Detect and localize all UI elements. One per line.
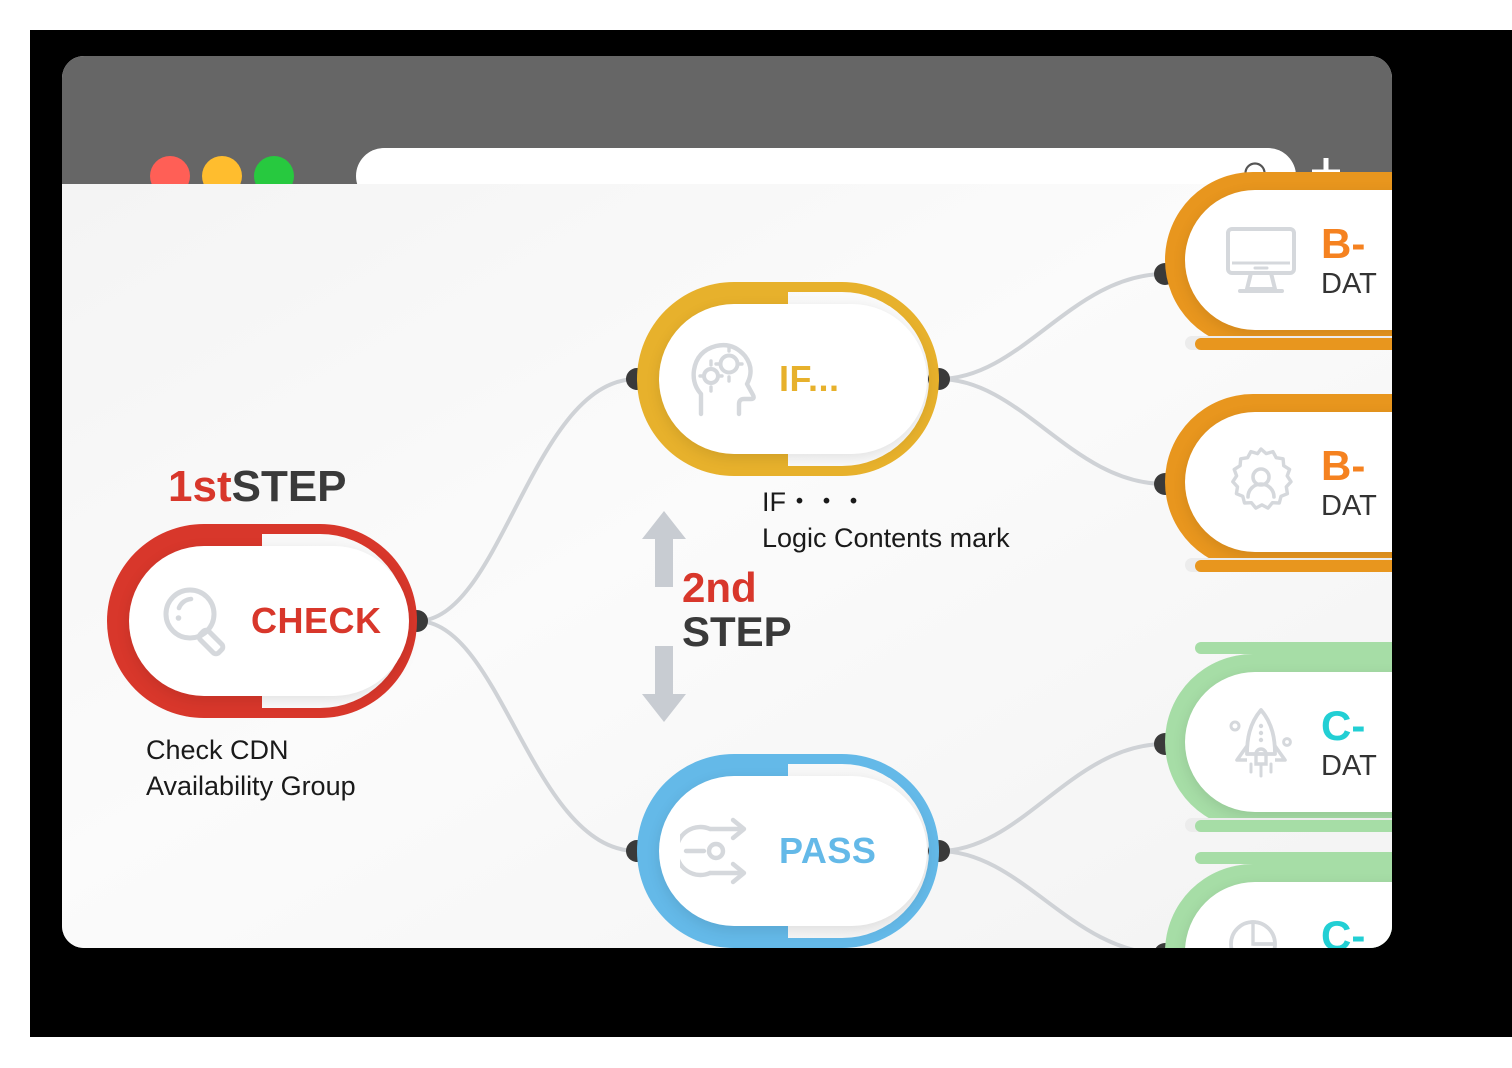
result-card-c2[interactable]: C- DAT xyxy=(1165,852,1392,949)
result-card-b1-subtitle: DAT xyxy=(1321,267,1377,300)
result-card-c1-bar xyxy=(1195,642,1392,654)
node-if-body: IF... xyxy=(659,304,927,454)
badge-user-icon xyxy=(1201,445,1321,519)
flow-canvas: 1stSTEP CHECK Check CDN Availability Gro… xyxy=(62,172,1392,949)
arrow-down-icon xyxy=(640,644,688,724)
result-card-c1-title: C- xyxy=(1321,701,1366,749)
result-card-c2-bar xyxy=(1195,852,1392,864)
step-2-word: STEP xyxy=(682,608,792,656)
step-1-word: STEP xyxy=(231,462,347,511)
step-2-number: 2nd xyxy=(682,564,757,611)
node-pass-body: PASS xyxy=(659,776,927,926)
node-if-caption: IF・・・ Logic Contents mark xyxy=(762,487,1010,554)
head-gears-icon xyxy=(669,338,779,420)
arrow-up-icon xyxy=(640,509,688,589)
node-if-label: IF... xyxy=(779,358,840,399)
node-if[interactable]: IF... xyxy=(637,282,939,476)
node-pass-label: PASS xyxy=(779,830,877,871)
result-card-b2[interactable]: B- DAT xyxy=(1165,394,1392,572)
monitor-icon xyxy=(1201,225,1321,295)
result-card-b1-title: B- xyxy=(1321,219,1366,267)
result-card-c1-bar-bottom xyxy=(1195,820,1392,832)
pie-analytics-icon xyxy=(1201,916,1321,948)
rocket-icon xyxy=(1201,704,1321,780)
node-check-caption: Check CDN Availability Group xyxy=(146,735,356,802)
node-check[interactable]: CHECK xyxy=(107,524,417,718)
node-pass[interactable]: PASS xyxy=(637,754,939,948)
step-1-label: 1stSTEP xyxy=(168,462,347,511)
result-card-b1-bar xyxy=(1195,338,1392,350)
magnifier-icon xyxy=(143,581,251,661)
result-card-c1-subtitle: DAT xyxy=(1321,749,1377,782)
node-check-label: CHECK xyxy=(251,600,382,641)
step-2-label: 2nd STEP xyxy=(682,564,792,656)
result-card-b2-subtitle: DAT xyxy=(1321,489,1377,522)
node-check-body: CHECK xyxy=(129,546,409,696)
browser-titlebar xyxy=(62,56,1392,204)
result-card-c2-title: C- xyxy=(1321,911,1366,949)
browser-window: 1stSTEP CHECK Check CDN Availability Gro… xyxy=(62,56,1392,948)
result-card-b2-bar xyxy=(1195,560,1392,572)
step-1-number: 1st xyxy=(168,462,232,511)
result-card-b1[interactable]: B- DAT xyxy=(1165,172,1392,350)
result-card-c1[interactable]: C- DAT xyxy=(1165,642,1392,832)
result-card-b2-title: B- xyxy=(1321,441,1366,489)
pass-through-icon xyxy=(669,815,779,887)
